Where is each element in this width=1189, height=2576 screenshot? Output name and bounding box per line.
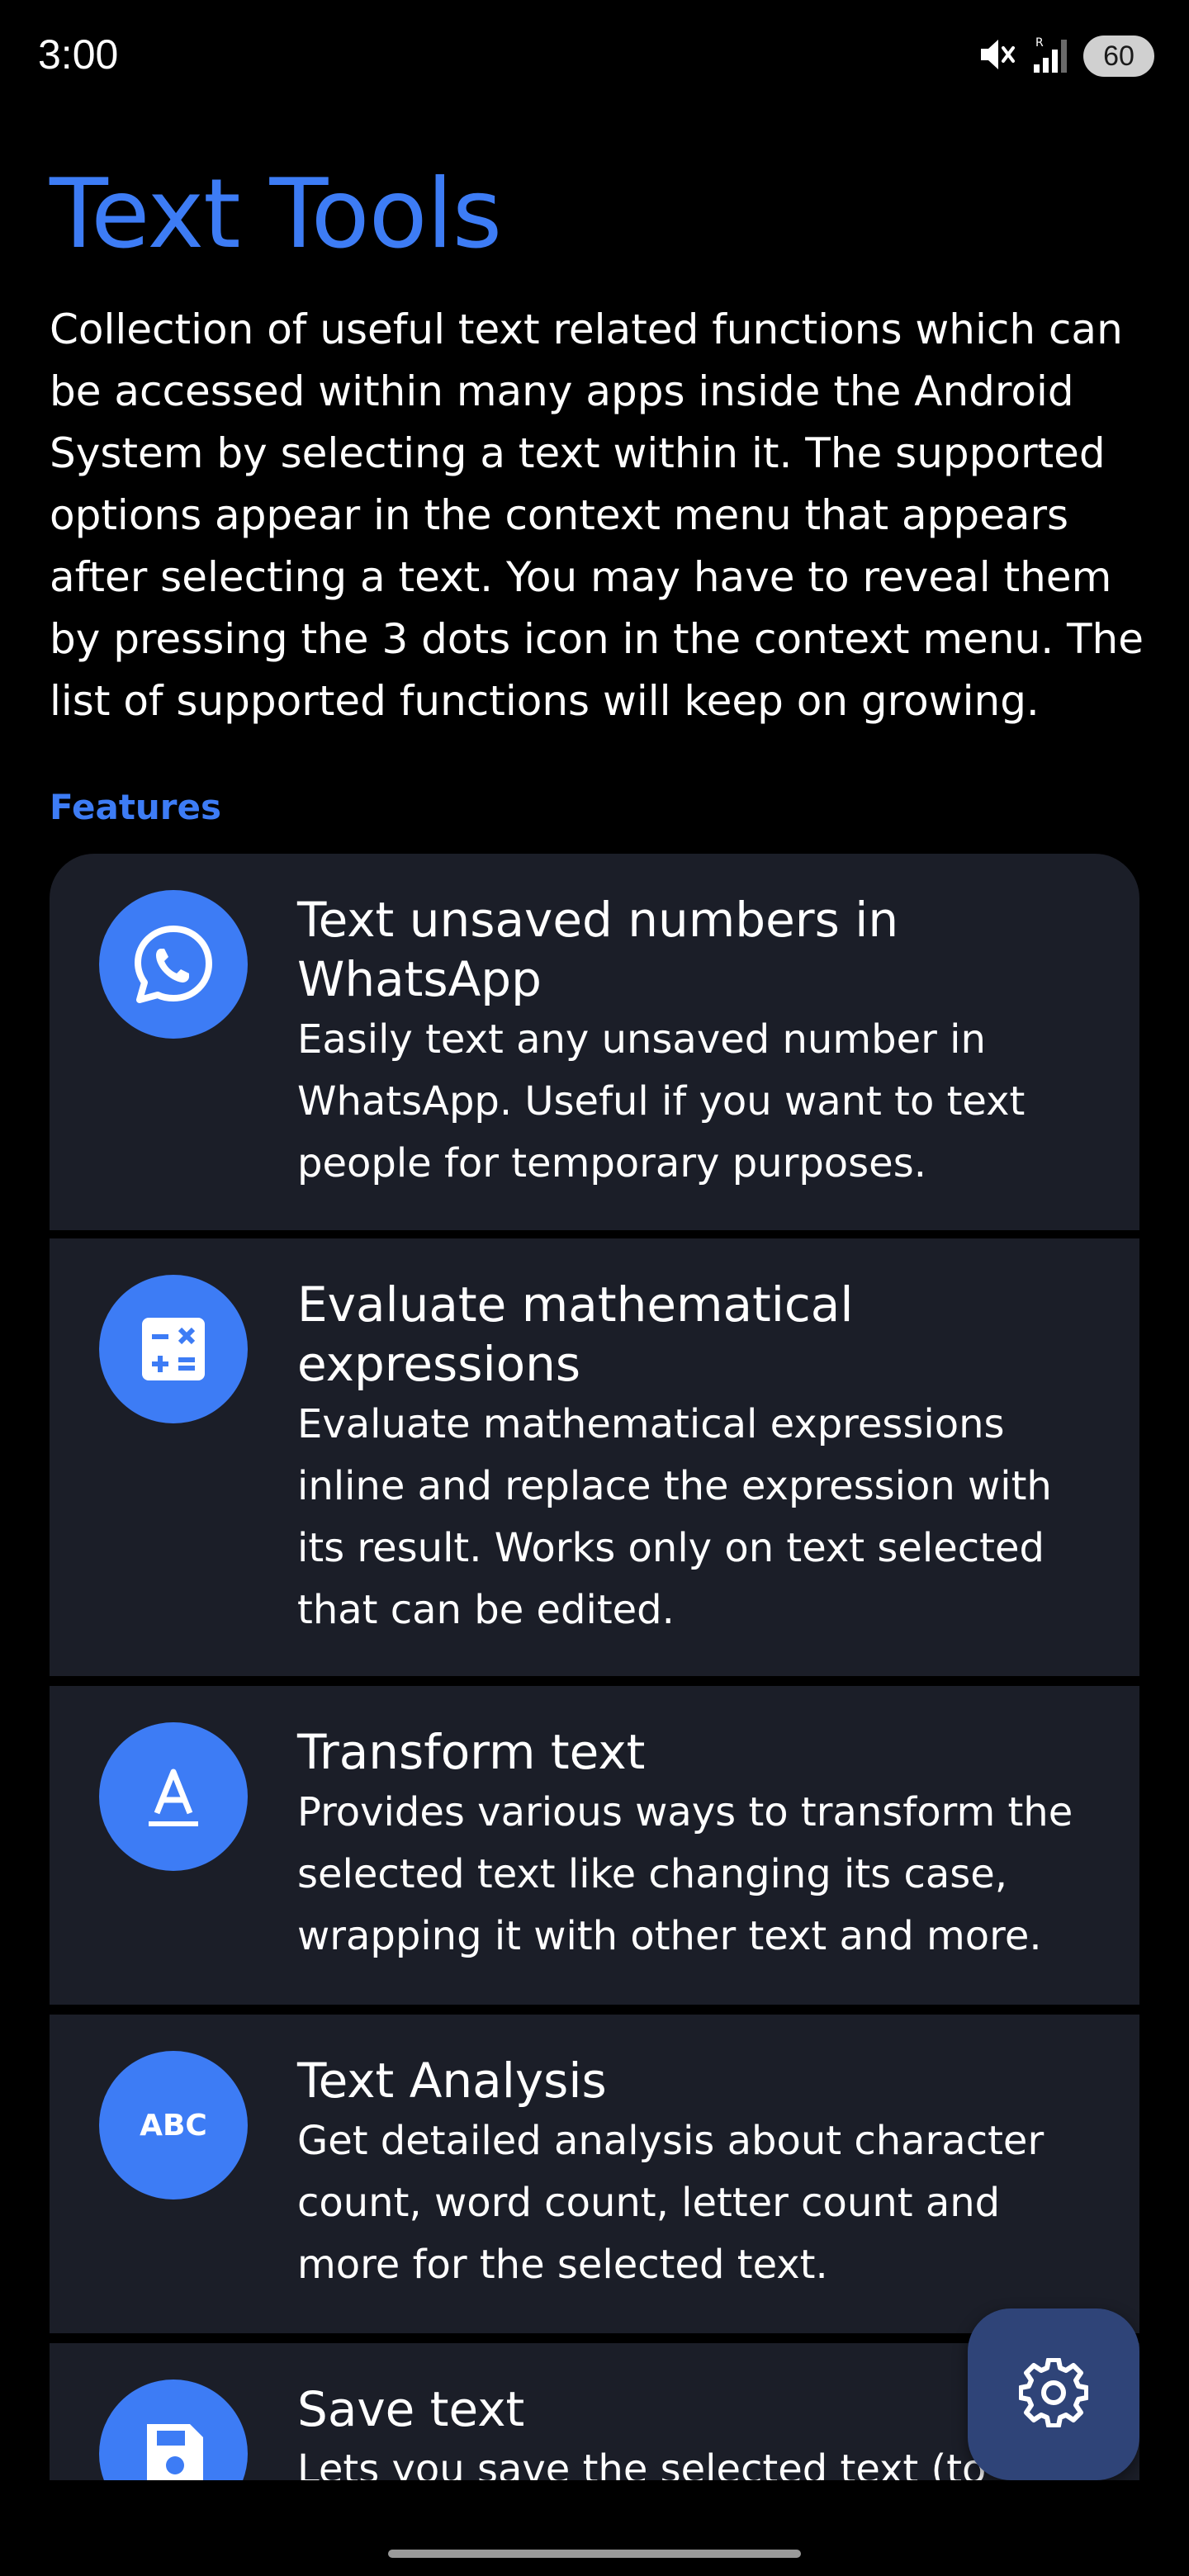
feature-title: Evaluate mathematical expressions (297, 1276, 854, 1392)
feature-text: Evaluate mathematical expressions Evalua… (297, 1275, 1106, 1641)
features-section-label: Features (50, 787, 221, 827)
abc-icon: ABC (99, 2051, 248, 2200)
svg-text:R: R (1035, 36, 1044, 50)
signal-icon: R (1032, 33, 1070, 79)
feature-text: Transform text Provides various ways to … (297, 1722, 1106, 1968)
battery-icon: 60 (1083, 36, 1154, 77)
calculator-icon (99, 1275, 248, 1423)
feature-card-whatsapp[interactable]: Text unsaved numbers in WhatsApp Easily … (50, 854, 1139, 1230)
whatsapp-icon (99, 890, 248, 1039)
save-icon (99, 2379, 248, 2480)
svg-text:ABC: ABC (140, 2109, 207, 2143)
feature-description: Get detailed analysis about character co… (297, 2118, 1045, 2288)
mute-icon (976, 33, 1019, 79)
feature-description: Provides various ways to transform the s… (297, 1789, 1073, 1959)
status-time: 3:00 (38, 31, 119, 78)
feature-card-analysis[interactable]: ABC Text Analysis Get detailed analysis … (50, 2015, 1139, 2333)
settings-fab-button[interactable] (968, 2308, 1139, 2480)
status-icons: R 60 (976, 33, 1154, 79)
feature-list: Text unsaved numbers in WhatsApp Easily … (50, 854, 1139, 2480)
battery-level: 60 (1103, 40, 1135, 72)
feature-card-math[interactable]: Evaluate mathematical expressions Evalua… (50, 1238, 1139, 1676)
page-title: Text Tools (50, 159, 502, 270)
feature-title: Text unsaved numbers in WhatsApp (297, 892, 899, 1007)
settings-gear-icon (1018, 2357, 1089, 2431)
feature-description: Easily text any unsaved number in WhatsA… (297, 1016, 1026, 1186)
feature-title: Text Analysis (297, 2053, 607, 2109)
feature-text: Text unsaved numbers in WhatsApp Easily … (297, 890, 1106, 1195)
gesture-navigation-bar[interactable] (388, 2550, 801, 2558)
feature-text: Text Analysis Get detailed analysis abou… (297, 2051, 1106, 2296)
text-format-icon (99, 1722, 248, 1871)
status-bar: 3:00 R 60 (0, 0, 1189, 107)
feature-title: Transform text (297, 1724, 646, 1780)
page-description: Collection of useful text related functi… (50, 305, 1144, 725)
feature-description: Evaluate mathematical expressions inline… (297, 1401, 1052, 1633)
feature-card-transform[interactable]: Transform text Provides various ways to … (50, 1686, 1139, 2005)
